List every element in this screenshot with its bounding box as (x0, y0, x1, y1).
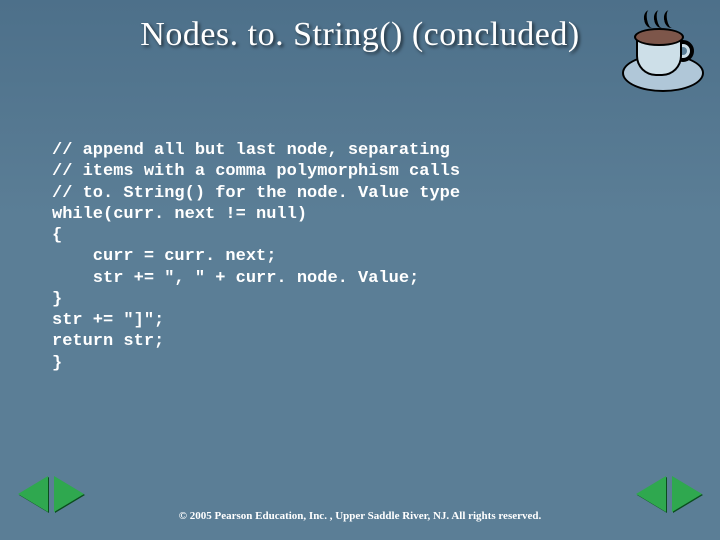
footer-copyright: © 2005 Pearson Education, Inc. , Upper S… (0, 510, 720, 522)
next-arrow-icon[interactable] (54, 476, 84, 512)
java-cup-icon (618, 12, 704, 98)
slide: Nodes. to. String() (concluded) // appen… (0, 0, 720, 540)
prev-arrow-icon[interactable] (636, 476, 666, 512)
page-title: Nodes. to. String() (concluded) (0, 16, 720, 54)
code-block: // append all but last node, separating … (52, 140, 460, 374)
prev-arrow-icon[interactable] (18, 476, 48, 512)
nav-right (636, 476, 702, 512)
next-arrow-icon[interactable] (672, 476, 702, 512)
nav-left (18, 476, 84, 512)
